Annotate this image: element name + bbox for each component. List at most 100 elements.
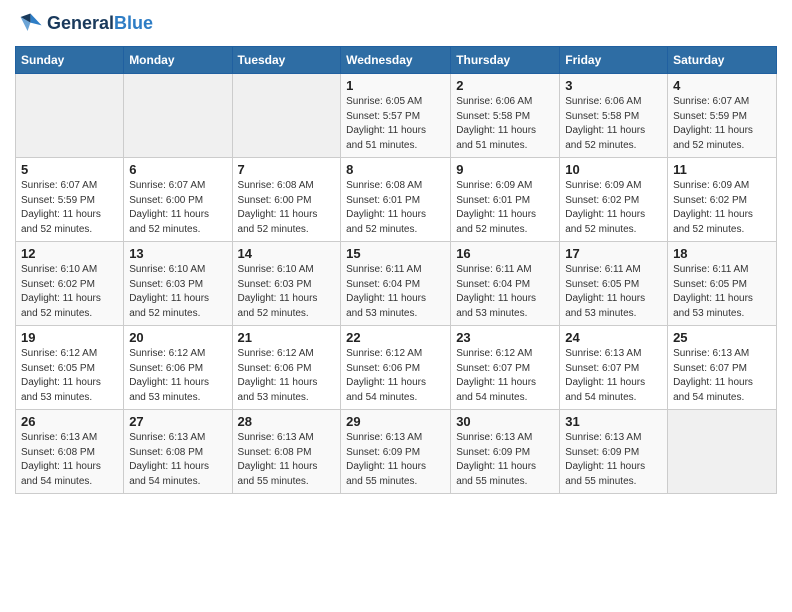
calendar-week-4: 19 Sunrise: 6:12 AMSunset: 6:05 PMDayligh… xyxy=(16,326,777,410)
day-info: Sunrise: 6:09 AMSunset: 6:01 PMDaylight:… xyxy=(456,179,554,237)
calendar-week-1: 1Sunrise: 6:05 AMSunset: 5:57 PMDaylight… xyxy=(16,74,777,158)
header-tuesday: Tuesday xyxy=(232,47,341,74)
day-number: 27 xyxy=(129,414,226,429)
day-number: 22 xyxy=(346,330,445,345)
day-number: 12 xyxy=(21,246,118,261)
calendar-header-row: SundayMondayTuesdayWednesdayThursdayFrid… xyxy=(16,47,777,74)
day-number: 6 xyxy=(129,162,226,177)
day-info: Sunrise: 6:13 AMSunset: 6:07 PMDaylight:… xyxy=(673,347,771,405)
calendar-cell xyxy=(124,74,232,158)
day-number: 21 xyxy=(238,330,336,345)
calendar-cell xyxy=(232,74,341,158)
day-number: 11 xyxy=(673,162,771,177)
calendar-cell: 11 Sunrise: 6:09 AMSunset: 6:02 PMDayligh… xyxy=(668,158,777,242)
logo-text: GeneralBlue xyxy=(47,14,153,34)
logo: GeneralBlue xyxy=(15,10,153,38)
page-header: GeneralBlue xyxy=(15,10,777,38)
day-number: 9 xyxy=(456,162,554,177)
day-info: Sunrise: 6:13 AMSunset: 6:09 PMDaylight:… xyxy=(346,431,445,489)
day-number: 8 xyxy=(346,162,445,177)
day-info: Sunrise: 6:08 AMSunset: 6:01 PMDaylight:… xyxy=(346,179,445,237)
day-number: 10 xyxy=(565,162,662,177)
day-number: 28 xyxy=(238,414,336,429)
day-number: 18 xyxy=(673,246,771,261)
calendar-cell: 12 Sunrise: 6:10 AMSunset: 6:02 PMDayligh… xyxy=(16,242,124,326)
logo-icon xyxy=(15,10,43,38)
day-number: 14 xyxy=(238,246,336,261)
header-monday: Monday xyxy=(124,47,232,74)
calendar-cell: 29Sunrise: 6:13 AMSunset: 6:09 PMDayligh… xyxy=(341,410,451,494)
calendar-week-3: 12 Sunrise: 6:10 AMSunset: 6:02 PMDayligh… xyxy=(16,242,777,326)
day-info: Sunrise: 6:07 AMSunset: 5:59 PMDaylight:… xyxy=(673,95,771,153)
calendar-cell: 24 Sunrise: 6:13 AMSunset: 6:07 PMDayligh… xyxy=(560,326,668,410)
day-number: 24 xyxy=(565,330,662,345)
day-info: Sunrise: 6:09 AMSunset: 6:02 PMDaylight:… xyxy=(565,179,662,237)
day-info: Sunrise: 6:12 AMSunset: 6:06 PMDaylight:… xyxy=(129,347,226,405)
calendar-cell: 31 Sunrise: 6:13 AMSunset: 6:09 PMDayligh… xyxy=(560,410,668,494)
calendar-cell: 18 Sunrise: 6:11 AMSunset: 6:05 PMDayligh… xyxy=(668,242,777,326)
day-number: 2 xyxy=(456,78,554,93)
day-number: 25 xyxy=(673,330,771,345)
day-info: Sunrise: 6:11 AMSunset: 6:05 PMDaylight:… xyxy=(673,263,771,321)
day-info: Sunrise: 6:12 AMSunset: 6:07 PMDaylight:… xyxy=(456,347,554,405)
day-info: Sunrise: 6:13 AMSunset: 6:09 PMDaylight:… xyxy=(456,431,554,489)
day-info: Sunrise: 6:13 AMSunset: 6:08 PMDaylight:… xyxy=(238,431,336,489)
calendar-cell: 13 Sunrise: 6:10 AMSunset: 6:03 PMDayligh… xyxy=(124,242,232,326)
day-info: Sunrise: 6:08 AMSunset: 6:00 PMDaylight:… xyxy=(238,179,336,237)
header-sunday: Sunday xyxy=(16,47,124,74)
calendar-cell: 6Sunrise: 6:07 AMSunset: 6:00 PMDaylight… xyxy=(124,158,232,242)
day-info: Sunrise: 6:13 AMSunset: 6:08 PMDaylight:… xyxy=(21,431,118,489)
calendar-cell: 17 Sunrise: 6:11 AMSunset: 6:05 PMDayligh… xyxy=(560,242,668,326)
day-info: Sunrise: 6:11 AMSunset: 6:05 PMDaylight:… xyxy=(565,263,662,321)
calendar-cell: 30 Sunrise: 6:13 AMSunset: 6:09 PMDayligh… xyxy=(451,410,560,494)
calendar-cell: 4 Sunrise: 6:07 AMSunset: 5:59 PMDaylight… xyxy=(668,74,777,158)
day-info: Sunrise: 6:11 AMSunset: 6:04 PMDaylight:… xyxy=(346,263,445,321)
day-info: Sunrise: 6:12 AMSunset: 6:06 PMDaylight:… xyxy=(346,347,445,405)
day-number: 1 xyxy=(346,78,445,93)
day-number: 23 xyxy=(456,330,554,345)
calendar-cell: 8 Sunrise: 6:08 AMSunset: 6:01 PMDaylight… xyxy=(341,158,451,242)
calendar-cell: 19 Sunrise: 6:12 AMSunset: 6:05 PMDayligh… xyxy=(16,326,124,410)
day-number: 26 xyxy=(21,414,118,429)
day-number: 17 xyxy=(565,246,662,261)
day-number: 5 xyxy=(21,162,118,177)
day-number: 7 xyxy=(238,162,336,177)
day-number: 19 xyxy=(21,330,118,345)
calendar-week-2: 5Sunrise: 6:07 AMSunset: 5:59 PMDaylight… xyxy=(16,158,777,242)
day-info: Sunrise: 6:12 AMSunset: 6:06 PMDaylight:… xyxy=(238,347,336,405)
day-number: 15 xyxy=(346,246,445,261)
day-info: Sunrise: 6:11 AMSunset: 6:04 PMDaylight:… xyxy=(456,263,554,321)
calendar-cell: 26 Sunrise: 6:13 AMSunset: 6:08 PMDayligh… xyxy=(16,410,124,494)
calendar-cell: 15 Sunrise: 6:11 AMSunset: 6:04 PMDayligh… xyxy=(341,242,451,326)
day-info: Sunrise: 6:12 AMSunset: 6:05 PMDaylight:… xyxy=(21,347,118,405)
calendar-cell: 20 Sunrise: 6:12 AMSunset: 6:06 PMDayligh… xyxy=(124,326,232,410)
calendar-cell: 27Sunrise: 6:13 AMSunset: 6:08 PMDayligh… xyxy=(124,410,232,494)
calendar-cell: 14 Sunrise: 6:10 AMSunset: 6:03 PMDayligh… xyxy=(232,242,341,326)
day-info: Sunrise: 6:10 AMSunset: 6:02 PMDaylight:… xyxy=(21,263,118,321)
day-number: 13 xyxy=(129,246,226,261)
calendar-cell: 25 Sunrise: 6:13 AMSunset: 6:07 PMDayligh… xyxy=(668,326,777,410)
header-thursday: Thursday xyxy=(451,47,560,74)
day-number: 30 xyxy=(456,414,554,429)
day-info: Sunrise: 6:10 AMSunset: 6:03 PMDaylight:… xyxy=(238,263,336,321)
calendar-cell: 3Sunrise: 6:06 AMSunset: 5:58 PMDaylight… xyxy=(560,74,668,158)
day-number: 4 xyxy=(673,78,771,93)
calendar-cell xyxy=(668,410,777,494)
day-number: 31 xyxy=(565,414,662,429)
day-info: Sunrise: 6:10 AMSunset: 6:03 PMDaylight:… xyxy=(129,263,226,321)
calendar-cell: 22 Sunrise: 6:12 AMSunset: 6:06 PMDayligh… xyxy=(341,326,451,410)
day-info: Sunrise: 6:13 AMSunset: 6:09 PMDaylight:… xyxy=(565,431,662,489)
calendar-cell xyxy=(16,74,124,158)
calendar-cell: 23 Sunrise: 6:12 AMSunset: 6:07 PMDayligh… xyxy=(451,326,560,410)
calendar-cell: 9 Sunrise: 6:09 AMSunset: 6:01 PMDaylight… xyxy=(451,158,560,242)
day-info: Sunrise: 6:06 AMSunset: 5:58 PMDaylight:… xyxy=(456,95,554,153)
calendar-cell: 28 Sunrise: 6:13 AMSunset: 6:08 PMDayligh… xyxy=(232,410,341,494)
calendar-cell: 1Sunrise: 6:05 AMSunset: 5:57 PMDaylight… xyxy=(341,74,451,158)
calendar-cell: 16Sunrise: 6:11 AMSunset: 6:04 PMDayligh… xyxy=(451,242,560,326)
header-saturday: Saturday xyxy=(668,47,777,74)
day-number: 20 xyxy=(129,330,226,345)
day-number: 3 xyxy=(565,78,662,93)
day-info: Sunrise: 6:13 AMSunset: 6:07 PMDaylight:… xyxy=(565,347,662,405)
calendar-table: SundayMondayTuesdayWednesdayThursdayFrid… xyxy=(15,46,777,494)
day-info: Sunrise: 6:09 AMSunset: 6:02 PMDaylight:… xyxy=(673,179,771,237)
